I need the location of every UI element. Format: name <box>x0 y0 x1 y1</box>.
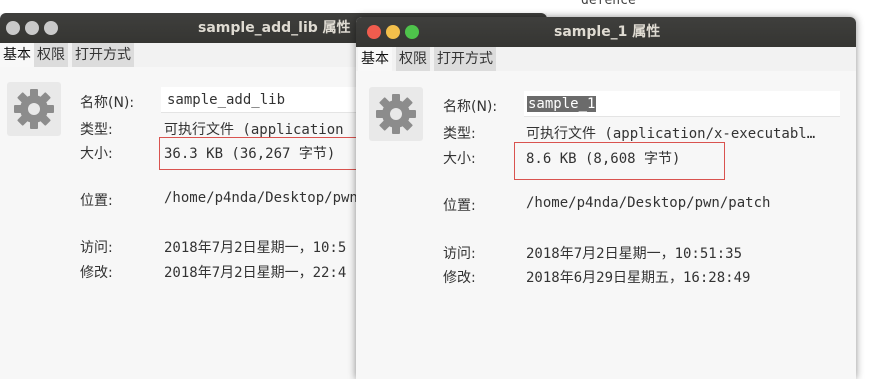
accessed-value: 2018年7月2日星期一，10:5 <box>164 240 347 256</box>
modified-label: 修改: <box>443 270 476 286</box>
tab-basic[interactable]: 基本 <box>0 43 34 67</box>
gear-icon <box>7 82 61 136</box>
maximize-icon[interactable] <box>405 25 419 39</box>
minimize-icon[interactable] <box>25 21 39 35</box>
location-label: 位置: <box>80 193 113 209</box>
size-label: 大小: <box>443 151 476 167</box>
close-icon[interactable] <box>6 21 20 35</box>
maximize-icon[interactable] <box>44 21 58 35</box>
location-value: /home/p4nda/Desktop/pwn/patch <box>526 195 771 211</box>
background-text: defence <box>581 0 636 8</box>
tab-open-with[interactable]: 打开方式 <box>72 43 134 67</box>
type-label: 类型: <box>443 126 476 142</box>
tab-basic[interactable]: 基本 <box>358 47 392 71</box>
type-value: 可执行文件 (application/x-executabl… <box>526 126 816 142</box>
tab-open-with[interactable]: 打开方式 <box>434 47 496 71</box>
name-label: 名称(N): <box>443 99 498 115</box>
tab-permissions[interactable]: 权限 <box>34 43 68 67</box>
modified-label: 修改: <box>80 265 113 281</box>
type-value: 可执行文件 (application <box>164 122 344 138</box>
properties-window-sample-1: sample_1 属性 基本 权限 打开方式 名称(N): sample_1 类… <box>356 17 856 379</box>
size-label: 大小: <box>80 146 113 162</box>
window-title: sample_1 属性 <box>554 24 661 40</box>
title-bar[interactable]: sample_1 属性 <box>356 17 856 47</box>
type-label: 类型: <box>80 122 113 138</box>
name-value-selected: sample_1 <box>527 96 597 112</box>
accessed-label: 访问: <box>443 246 476 262</box>
gear-icon <box>369 87 423 141</box>
modified-value: 2018年7月2日星期一，22:4 <box>164 265 347 281</box>
name-field[interactable]: sample_1 <box>524 91 840 117</box>
tab-bar: 基本 权限 打开方式 <box>356 47 856 71</box>
location-value: /home/p4nda/Desktop/pwn <box>164 190 358 206</box>
size-highlight-box <box>159 137 363 170</box>
size-highlight-box <box>514 142 725 180</box>
tab-permissions[interactable]: 权限 <box>396 47 430 71</box>
window-title: sample_add_lib 属性 <box>198 20 351 36</box>
modified-value: 2018年6月29日星期五，16:28:49 <box>526 270 751 286</box>
name-field[interactable]: sample_add_lib <box>161 87 361 113</box>
close-icon[interactable] <box>367 25 381 39</box>
location-label: 位置: <box>443 198 476 214</box>
minimize-icon[interactable] <box>386 25 400 39</box>
accessed-label: 访问: <box>80 240 113 256</box>
name-label: 名称(N): <box>80 95 135 111</box>
accessed-value: 2018年7月2日星期一，10:51:35 <box>526 246 743 262</box>
